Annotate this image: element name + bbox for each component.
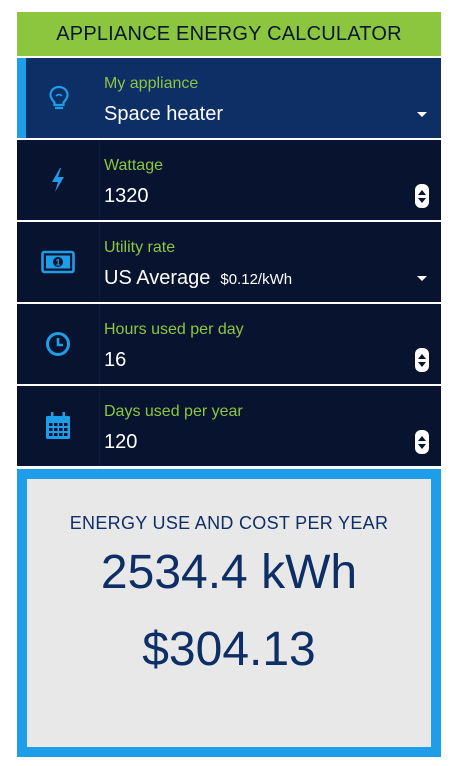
stepper-up-icon[interactable] bbox=[418, 435, 426, 441]
hours-label: Hours used per day bbox=[104, 321, 244, 338]
wattage-input[interactable]: 1320 bbox=[104, 185, 149, 208]
utility-rate: $0.12/kWh bbox=[220, 271, 293, 288]
wattage-stepper[interactable] bbox=[415, 184, 429, 208]
hours-field[interactable]: Hours used per day 16 bbox=[17, 304, 441, 384]
wattage-field[interactable]: Wattage 1320 bbox=[17, 140, 441, 220]
result-title: ENERGY USE AND COST PER YEAR bbox=[69, 513, 389, 533]
money-icon: 1 bbox=[17, 222, 100, 302]
clock-icon bbox=[17, 304, 100, 384]
days-label: Days used per year bbox=[104, 403, 243, 420]
chevron-down-icon[interactable] bbox=[417, 276, 427, 281]
hours-stepper[interactable] bbox=[415, 348, 429, 372]
app-title: APPLIANCE ENERGY CALCULATOR bbox=[17, 12, 441, 56]
utility-value[interactable]: US Average $0.12/kWh bbox=[104, 267, 292, 290]
selected-indicator bbox=[17, 58, 26, 138]
days-stepper[interactable] bbox=[415, 430, 429, 454]
wattage-label: Wattage bbox=[104, 157, 163, 174]
appliance-select[interactable]: My appliance Space heater bbox=[17, 58, 441, 138]
stepper-up-icon[interactable] bbox=[418, 353, 426, 359]
svg-text:1: 1 bbox=[55, 258, 60, 268]
calendar-icon bbox=[17, 386, 100, 466]
stepper-up-icon[interactable] bbox=[418, 189, 426, 195]
appliance-label: My appliance bbox=[104, 75, 199, 92]
appliance-value[interactable]: Space heater bbox=[104, 103, 223, 126]
cost-value: $304.13 bbox=[142, 623, 316, 676]
days-input[interactable]: 120 bbox=[104, 431, 137, 454]
utility-label: Utility rate bbox=[104, 239, 176, 256]
lightning-icon bbox=[17, 140, 100, 220]
chevron-down-icon[interactable] bbox=[417, 112, 427, 117]
utility-name: US Average bbox=[104, 267, 211, 289]
stepper-down-icon[interactable] bbox=[418, 361, 426, 367]
stepper-down-icon[interactable] bbox=[418, 197, 426, 203]
stepper-down-icon[interactable] bbox=[418, 443, 426, 449]
utility-rate-select[interactable]: 1 Utility rate US Average $0.12/kWh bbox=[17, 222, 441, 302]
energy-use-value: 2534.4 kWh bbox=[100, 546, 358, 599]
hours-input[interactable]: 16 bbox=[104, 349, 126, 372]
result-panel: ENERGY USE AND COST PER YEAR 2534.4 kWh … bbox=[17, 469, 441, 757]
days-field[interactable]: Days used per year 120 bbox=[17, 386, 441, 466]
calculator: APPLIANCE ENERGY CALCULATOR My appliance… bbox=[17, 12, 441, 466]
lightbulb-icon bbox=[17, 58, 100, 138]
